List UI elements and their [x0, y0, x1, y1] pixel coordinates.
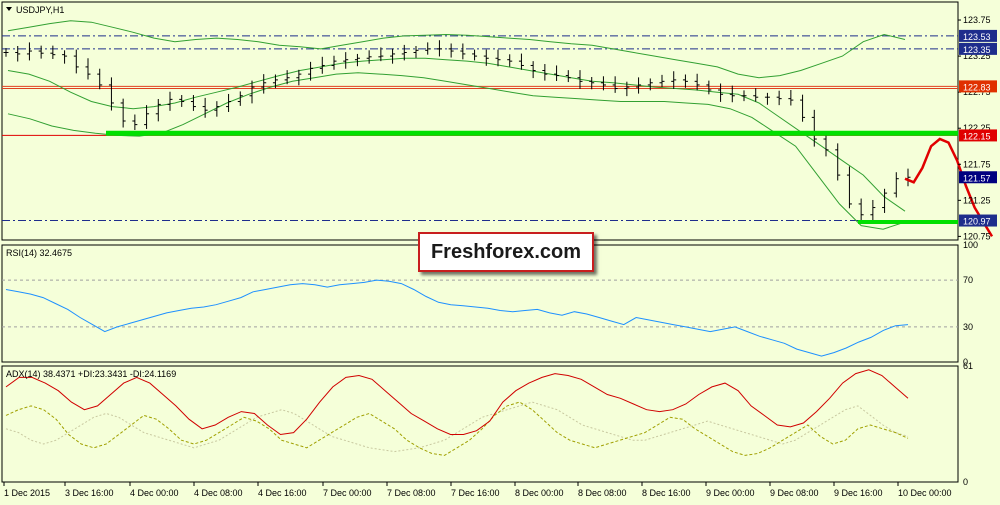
- x-axis-label: 3 Dec 16:00: [65, 488, 114, 498]
- freshforex-watermark: Freshforex.com: [418, 232, 594, 272]
- price-badge-value: 122.83: [963, 82, 991, 92]
- x-axis-label: 9 Dec 00:00: [706, 488, 755, 498]
- adx-tick-label: 61: [963, 361, 973, 371]
- adx-line: [5, 369, 909, 436]
- price-badge-value: 121.57: [963, 173, 991, 183]
- x-axis-label: 9 Dec 08:00: [770, 488, 819, 498]
- x-axis-label: 7 Dec 08:00: [387, 488, 436, 498]
- rsi-tick-label: 100: [963, 240, 978, 250]
- x-axis-label: 8 Dec 16:00: [642, 488, 691, 498]
- x-axis-label: 8 Dec 08:00: [578, 488, 627, 498]
- x-axis-label: 9 Dec 16:00: [834, 488, 883, 498]
- price-level-badge: 123.53: [959, 29, 997, 42]
- x-axis-label: 1 Dec 2015: [4, 488, 50, 498]
- current-price-badge: 121.57: [959, 171, 997, 184]
- adx-label: ADX(14) 38.4371 +DI:23.3431 -DI:24.1169: [6, 369, 176, 379]
- price-badge-value: 120.97: [963, 217, 991, 227]
- price-level-badge: 123.35: [959, 42, 997, 55]
- x-axis-label: 8 Dec 00:00: [515, 488, 564, 498]
- x-axis-label: 4 Dec 00:00: [130, 488, 179, 498]
- symbol-label: USDJPY,H1: [16, 5, 64, 15]
- plus-di-line: [5, 401, 909, 456]
- x-axis-label: 7 Dec 16:00: [451, 488, 500, 498]
- price-level-badge: 120.97: [959, 214, 997, 227]
- minus-di-line: [5, 401, 909, 453]
- price-badge-value: 123.53: [963, 32, 991, 42]
- bollinger-lower: [7, 72, 906, 230]
- x-axis-label: 4 Dec 08:00: [194, 488, 243, 498]
- y-tick-label: 121.25: [963, 195, 991, 205]
- y-tick-label: 123.75: [963, 15, 991, 25]
- rsi-line: [5, 279, 909, 357]
- y-tick-label: 121.75: [963, 159, 991, 169]
- x-axis-label: 10 Dec 00:00: [898, 488, 952, 498]
- rsi-label: RSI(14) 32.4675: [6, 248, 72, 258]
- x-axis-label: 7 Dec 00:00: [323, 488, 372, 498]
- rsi-tick-label: 30: [963, 322, 973, 332]
- x-axis-label: 4 Dec 16:00: [258, 488, 307, 498]
- chart-window: 123.75123.25122.75122.25121.75121.25120.…: [0, 0, 1000, 500]
- dropdown-triangle-icon: [6, 7, 12, 11]
- adx-tick-label: 0: [963, 477, 968, 487]
- price-level-badge: 122.15: [959, 129, 997, 142]
- price-level-badge: 122.83: [959, 80, 997, 93]
- panel-frame-2: [1, 365, 959, 483]
- price-badge-value: 122.15: [963, 131, 991, 141]
- rsi-tick-label: 70: [963, 275, 973, 285]
- price-badge-value: 123.35: [963, 45, 991, 55]
